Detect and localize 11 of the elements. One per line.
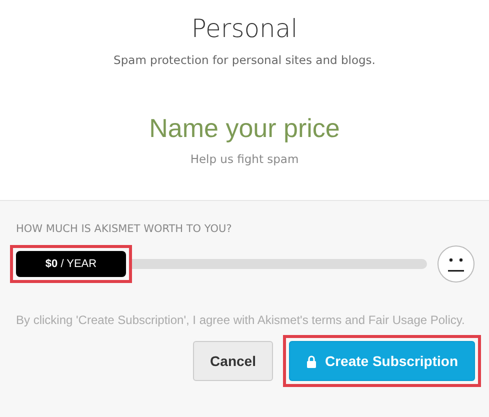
lock-icon	[306, 354, 317, 368]
price-subheading: Help us fight spam	[190, 152, 299, 166]
neutral-face-icon	[437, 245, 475, 283]
price-handle[interactable]: $0 / YEAR	[16, 251, 126, 277]
slider-track[interactable]	[132, 259, 427, 269]
plan-title: Personal	[191, 14, 298, 43]
terms-text: By clicking 'Create Subscription', I agree with Akismet's terms and Fair Usage Policy.	[16, 312, 466, 329]
slider-label: HOW MUCH IS AKISMET WORTH TO YOU?	[16, 223, 233, 235]
price-heading: Name your price	[149, 113, 340, 144]
plan-description: Spam protection for personal sites and blogs.	[114, 53, 376, 67]
cancel-button[interactable]: Cancel	[193, 341, 273, 381]
